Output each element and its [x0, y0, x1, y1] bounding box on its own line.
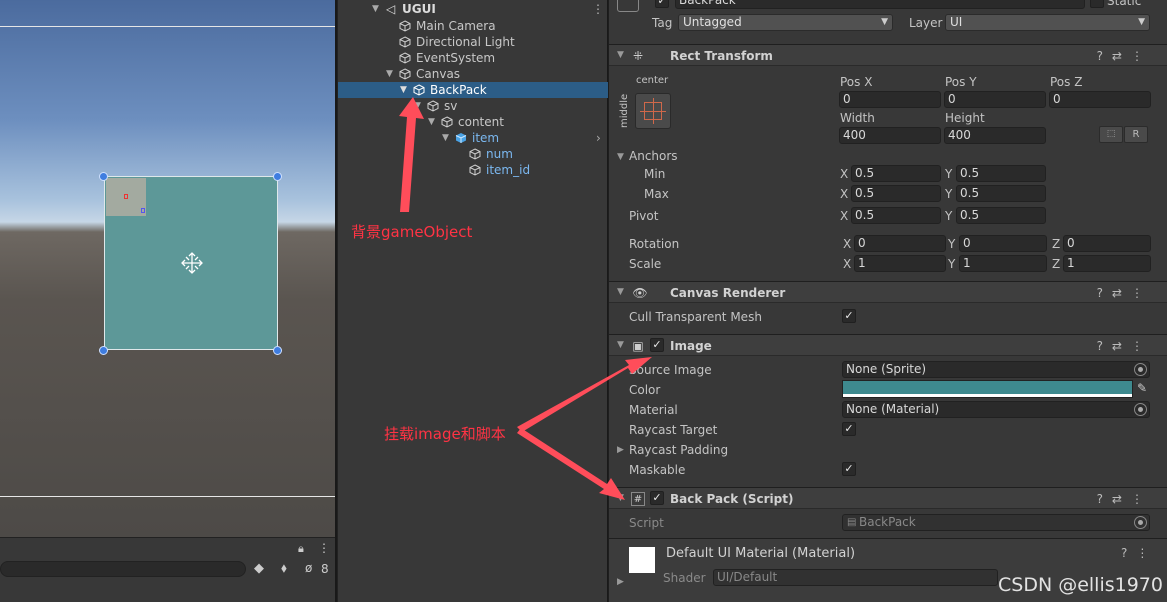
annotation-attach-image-and-script: 挂载image和脚本: [384, 425, 506, 443]
annotation-arrows: [399, 97, 652, 500]
annotation-arrow-backpack: [399, 97, 424, 212]
annotation-arrow-script: [517, 428, 625, 500]
annotation-arrow-image: [517, 357, 652, 432]
